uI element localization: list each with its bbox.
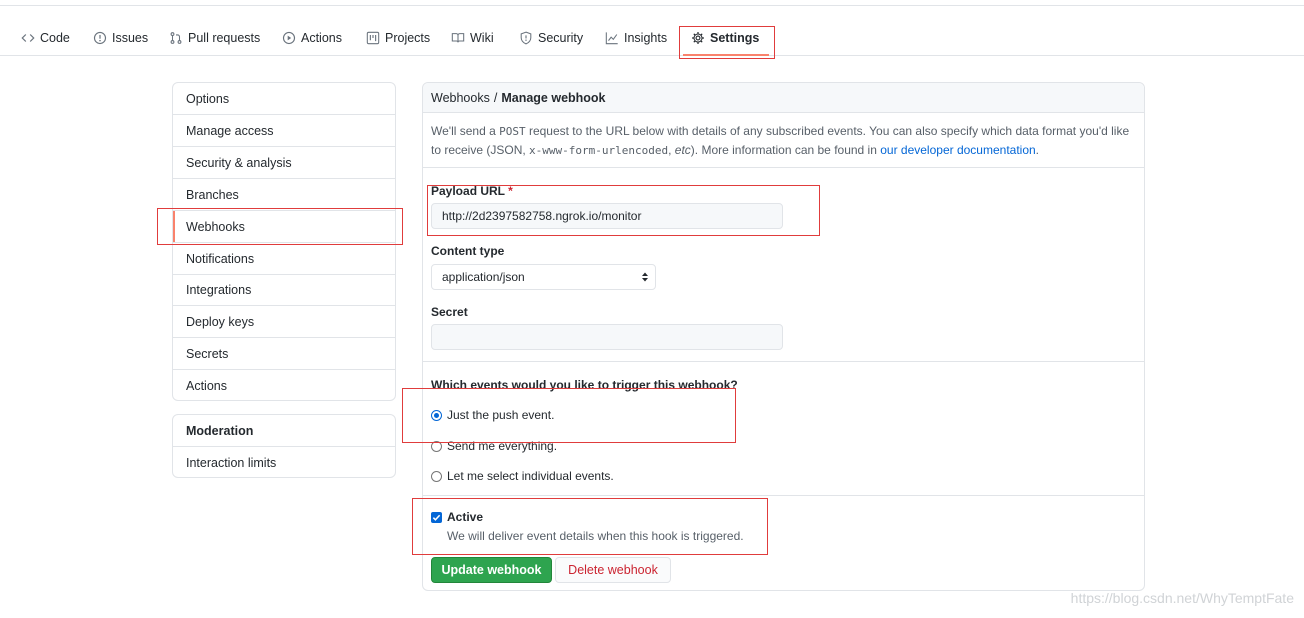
content-type-select[interactable]: application/json [431,264,656,290]
events-question: Which events would you like to trigger t… [431,378,738,392]
tab-issues[interactable]: Issues [93,28,148,48]
content-type-value: application/json [442,270,525,284]
play-icon [282,31,296,45]
selected-tab-underline [683,54,769,56]
sidebar-item-webhooks[interactable]: Webhooks [173,211,395,243]
webhook-panel: Webhooks / Manage webhook We'll send a P… [422,82,1145,591]
urlencoded-code: x-www-form-urlencoded [529,144,669,157]
sidebar-item-secrets[interactable]: Secrets [173,338,395,370]
tab-wiki[interactable]: Wiki [451,28,494,48]
issue-opened-icon [93,31,107,45]
code-icon [21,31,35,45]
sidebar-item-notifications[interactable]: Notifications [173,243,395,275]
tab-security[interactable]: Security [519,28,583,48]
watermark: https://blog.csdn.net/WhyTemptFate [1070,590,1294,606]
settings-sidebar: Options Manage access Security & analysi… [172,82,396,401]
update-webhook-button[interactable]: Update webhook [431,557,552,583]
moderation-sidebar: Moderation Interaction limits [172,414,396,478]
developer-docs-link[interactable]: our developer documentation [880,143,1035,157]
tab-label: Settings [710,31,760,45]
active-label: Active [447,510,484,524]
breadcrumb-webhooks-link[interactable]: Webhooks [431,91,490,105]
tab-label: Pull requests [188,31,261,45]
payload-url-label: Payload URL * [431,184,513,198]
top-divider [0,5,1304,6]
active-note: We will deliver event details when this … [447,529,744,543]
breadcrumb-current: Manage webhook [501,90,606,105]
tab-projects[interactable]: Projects [366,28,430,48]
tab-label: Security [538,31,584,45]
sidebar-item-interaction-limits[interactable]: Interaction limits [173,447,395,479]
graph-icon [605,31,619,45]
active-checkbox[interactable] [431,512,442,523]
moderation-heading: Moderation [173,415,395,447]
event-option-everything[interactable]: Send me everything. [431,439,557,453]
sidebar-item-actions[interactable]: Actions [173,370,395,402]
event-option-individual[interactable]: Let me select individual events. [431,469,614,483]
sidebar-item-options[interactable]: Options [173,83,395,115]
tab-label: Issues [112,31,149,45]
required-mark: * [508,184,513,198]
book-icon [451,31,465,45]
payload-url-input[interactable]: http://2d2397582758.ngrok.io/monitor [431,203,783,229]
content-type-label: Content type [431,244,505,258]
project-icon [366,31,380,45]
sidebar-item-manage-access[interactable]: Manage access [173,115,395,147]
tab-label: Projects [385,31,431,45]
tab-label: Wiki [470,31,494,45]
repo-nav: Code Issues Pull requests Actions Projec… [0,20,1304,56]
breadcrumb-separator: / [493,90,498,105]
webhook-intro-text: We'll send a POST request to the URL bel… [431,124,1130,157]
delete-webhook-button[interactable]: Delete webhook [555,557,671,583]
select-caret-icon [642,272,648,282]
section-divider [423,495,1144,496]
radio-button[interactable] [431,470,442,482]
secret-label: Secret [431,305,468,319]
sidebar-item-deploy-keys[interactable]: Deploy keys [173,306,395,338]
sidebar-item-security-analysis[interactable]: Security & analysis [173,147,395,179]
sidebar-item-branches[interactable]: Branches [173,179,395,211]
tab-pull-requests[interactable]: Pull requests [169,28,260,48]
gear-icon [691,31,705,45]
section-divider [423,167,1144,168]
tab-label: Insights [624,31,668,45]
radio-button[interactable] [431,440,442,452]
breadcrumb: Webhooks / Manage webhook [423,83,1144,113]
radio-button[interactable] [431,409,442,421]
tab-settings[interactable]: Settings [691,28,759,48]
sidebar-item-integrations[interactable]: Integrations [173,274,395,306]
secret-input[interactable] [431,324,783,350]
tab-label: Code [40,31,70,45]
tab-label: Actions [301,31,342,45]
tab-actions[interactable]: Actions [282,28,342,48]
event-option-push[interactable]: Just the push event. [431,408,554,422]
shield-icon [519,31,533,45]
post-code: POST [499,125,526,138]
tab-code[interactable]: Code [21,28,70,48]
tab-insights[interactable]: Insights [605,28,667,48]
active-checkbox-row[interactable]: Active [431,510,483,524]
pull-request-icon [169,31,183,45]
section-divider [423,361,1144,362]
